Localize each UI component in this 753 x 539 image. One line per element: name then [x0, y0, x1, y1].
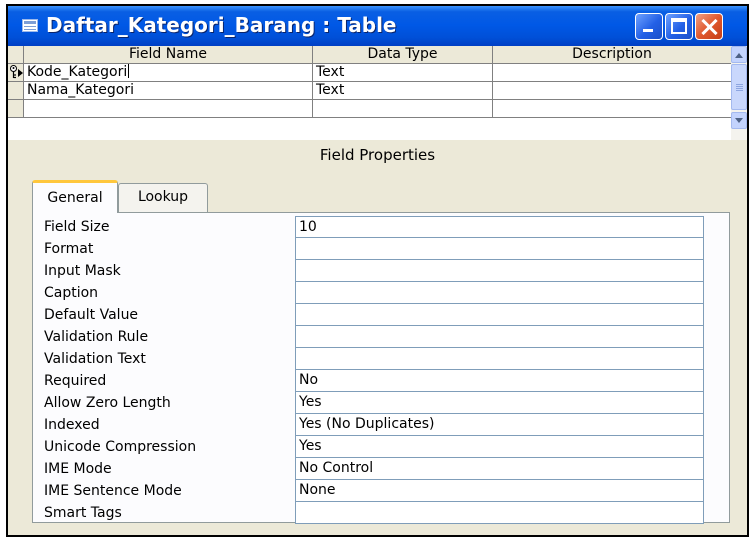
- data-type-cell[interactable]: [313, 100, 493, 117]
- property-row-caption: Caption: [44, 282, 704, 304]
- data-type-cell[interactable]: Text: [313, 64, 493, 81]
- property-row-default-value: Default Value: [44, 304, 704, 326]
- property-label: Indexed: [44, 417, 100, 433]
- field-design-grid: Field Name Data Type Description Kode_Ka…: [8, 46, 747, 140]
- property-value-input[interactable]: [295, 502, 704, 524]
- property-value-input[interactable]: [295, 348, 704, 370]
- property-value-input[interactable]: [295, 326, 704, 348]
- row-selector[interactable]: [8, 82, 24, 99]
- property-label: Field Size: [44, 219, 110, 235]
- property-row-ime-sentence-mode: IME Sentence Mode None: [44, 480, 704, 502]
- maximize-button[interactable]: [665, 13, 693, 40]
- property-label: Validation Text: [44, 351, 146, 367]
- property-label: Validation Rule: [44, 329, 149, 345]
- property-label: IME Sentence Mode: [44, 483, 182, 499]
- data-type-cell[interactable]: Text: [313, 82, 493, 99]
- scroll-thumb[interactable]: [731, 64, 747, 110]
- property-value-input[interactable]: 10: [295, 216, 704, 238]
- table-row[interactable]: Nama_Kategori Text: [8, 82, 731, 100]
- property-row-validation-rule: Validation Rule: [44, 326, 704, 348]
- property-value-input[interactable]: [295, 260, 704, 282]
- field-name-cell[interactable]: Nama_Kategori: [24, 82, 313, 99]
- title-bar[interactable]: Daftar_Kategori_Barang : Table: [8, 6, 747, 46]
- tab-general[interactable]: General: [32, 180, 118, 213]
- property-value-input[interactable]: [295, 304, 704, 326]
- property-label: Default Value: [44, 307, 139, 323]
- text-cursor: [128, 64, 130, 78]
- property-value-input[interactable]: [295, 282, 704, 304]
- scroll-down-button[interactable]: [731, 112, 747, 129]
- property-row-ime-mode: IME Mode No Control: [44, 458, 704, 480]
- window-title: Daftar_Kategori_Barang : Table: [46, 13, 397, 37]
- property-label: Format: [44, 241, 94, 257]
- property-label: Caption: [44, 285, 99, 301]
- row-selector[interactable]: [8, 100, 24, 117]
- property-row-unicode-compression: Unicode Compression Yes: [44, 436, 704, 458]
- property-value-input[interactable]: No: [295, 370, 704, 392]
- property-label: IME Mode: [44, 461, 112, 477]
- property-label: Required: [44, 373, 107, 389]
- property-value-input[interactable]: [295, 238, 704, 260]
- table-row[interactable]: [8, 100, 731, 118]
- property-label: Smart Tags: [44, 505, 122, 521]
- general-properties-panel: Field Size 10 Format Input Mask Caption …: [32, 212, 730, 524]
- property-row-smart-tags: Smart Tags: [44, 502, 704, 524]
- tab-lookup[interactable]: Lookup: [118, 183, 208, 212]
- property-row-allow-zero-length: Allow Zero Length Yes: [44, 392, 704, 414]
- property-row-field-size: Field Size 10: [44, 216, 704, 238]
- primary-key-icon: [10, 65, 17, 79]
- description-cell[interactable]: [493, 64, 731, 81]
- property-row-format: Format: [44, 238, 704, 260]
- header-selector-corner: [8, 46, 24, 63]
- current-row-arrow-icon: [18, 69, 23, 77]
- vertical-scrollbar[interactable]: [731, 46, 747, 140]
- property-value-input[interactable]: No Control: [295, 458, 704, 480]
- table-row[interactable]: Kode_Kategori Text: [8, 64, 731, 82]
- close-button[interactable]: [695, 13, 723, 40]
- description-cell[interactable]: [493, 100, 731, 117]
- property-row-input-mask: Input Mask: [44, 260, 704, 282]
- property-label: Unicode Compression: [44, 439, 197, 455]
- field-name-cell[interactable]: Kode_Kategori: [24, 64, 313, 81]
- description-cell[interactable]: [493, 82, 731, 99]
- header-description[interactable]: Description: [493, 46, 731, 63]
- header-field-name[interactable]: Field Name: [24, 46, 313, 63]
- property-value-input[interactable]: Yes: [295, 436, 704, 458]
- header-data-type[interactable]: Data Type: [313, 46, 493, 63]
- property-row-required: Required No: [44, 370, 704, 392]
- scroll-up-button[interactable]: [731, 46, 747, 63]
- property-label: Allow Zero Length: [44, 395, 171, 411]
- property-row-indexed: Indexed Yes (No Duplicates): [44, 414, 704, 436]
- property-value-input[interactable]: Yes: [295, 392, 704, 414]
- row-selector[interactable]: [8, 64, 24, 81]
- property-value-input[interactable]: None: [295, 480, 704, 502]
- minimize-button[interactable]: [635, 13, 663, 40]
- table-design-window: Daftar_Kategori_Barang : Table Field Nam…: [6, 4, 749, 537]
- field-name-value: Kode_Kategori: [27, 64, 128, 80]
- table-icon: [22, 19, 38, 32]
- property-value-input[interactable]: Yes (No Duplicates): [295, 414, 704, 436]
- property-label: Input Mask: [44, 263, 121, 279]
- field-properties-title: Field Properties: [319, 146, 436, 164]
- field-name-cell[interactable]: [24, 100, 313, 117]
- grid-header: Field Name Data Type Description: [8, 46, 731, 64]
- property-row-validation-text: Validation Text: [44, 348, 704, 370]
